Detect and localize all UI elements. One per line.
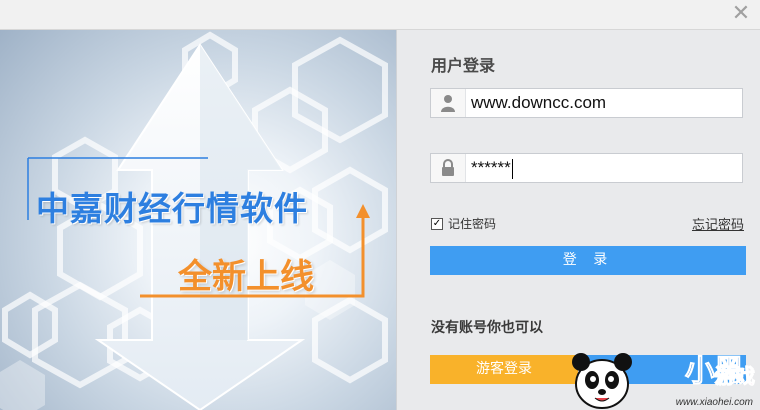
forgot-password-link[interactable]: 忘记密码 (692, 214, 744, 233)
login-window: ✕ 中嘉财经行情软件 全新上线 用户登录 www.downcc.com ****… (0, 0, 760, 410)
panda-logo-icon (572, 353, 632, 409)
no-account-text: 没有账号你也可以 (431, 319, 543, 335)
username-value: www.downcc.com (471, 93, 607, 112)
password-value: ****** (471, 158, 513, 179)
title-bar: ✕ (0, 0, 760, 30)
watermark-url: www.xiaohei.com (675, 397, 753, 408)
user-icon (431, 89, 466, 117)
remember-label: 记住密码 (448, 217, 497, 231)
lock-icon (431, 154, 466, 182)
password-field[interactable]: ****** (430, 153, 743, 183)
guest-login-button[interactable]: 游客登录 (430, 355, 578, 384)
remember-password[interactable]: ✓ 记住密码 (431, 215, 496, 232)
promo-title: 中嘉财经行情软件 (36, 190, 308, 227)
watermark-brand-games: 游戏 (715, 366, 756, 389)
username-field[interactable]: www.downcc.com (430, 88, 743, 118)
watermark: 小黑 游戏 www.xiaohei.com (565, 342, 760, 410)
remember-checkbox[interactable]: ✓ (431, 217, 443, 230)
close-icon[interactable]: ✕ (730, 3, 752, 25)
promo-banner: 中嘉财经行情软件 全新上线 (0, 30, 396, 410)
login-button[interactable]: 登 录 (430, 246, 746, 275)
login-panel: 用户登录 www.downcc.com ****** ✓ 记住密码 忘记密码 登… (396, 30, 760, 410)
text-caret (511, 158, 513, 179)
login-title: 用户登录 (431, 58, 496, 75)
promo-subtitle: 全新上线 (178, 258, 314, 296)
